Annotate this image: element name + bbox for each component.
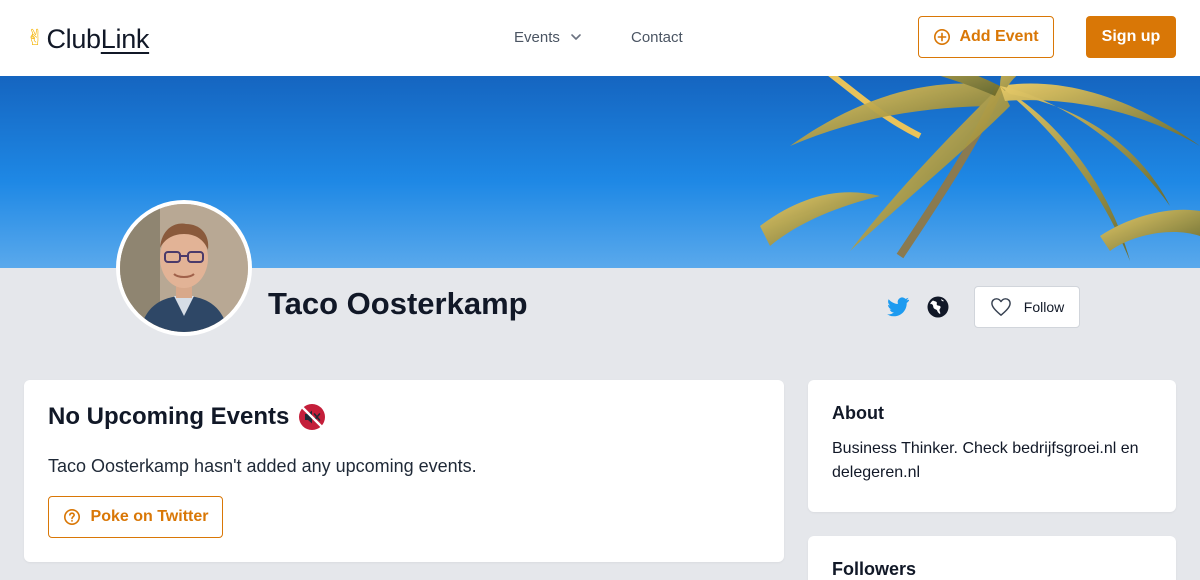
profile-avatar xyxy=(116,200,252,336)
question-circle-icon xyxy=(63,508,80,526)
nav-events-label: Events xyxy=(514,28,560,46)
events-title: No Upcoming Events xyxy=(48,402,327,432)
no-events-message: Taco Oosterkamp hasn't added any upcomin… xyxy=(48,456,477,476)
logo-suffix: Link xyxy=(100,23,150,54)
clublink-logo[interactable]: ✌ ClubLink xyxy=(26,22,149,56)
profile-name: Taco Oosterkamp xyxy=(268,286,528,321)
main-nav: Events Contact xyxy=(514,26,683,48)
twitter-icon[interactable] xyxy=(886,295,910,319)
victory-hand-icon: ✌ xyxy=(26,26,45,51)
followers-title: Followers xyxy=(832,559,917,579)
follow-label: Follow xyxy=(1023,299,1065,315)
plus-circle-icon xyxy=(934,28,951,46)
nav-events-dropdown[interactable]: Events xyxy=(514,29,582,46)
follow-button[interactable]: Follow xyxy=(974,286,1080,328)
add-event-button[interactable]: Add Event xyxy=(918,16,1054,58)
about-title: About xyxy=(832,403,884,423)
person-photo-icon xyxy=(120,204,248,332)
nav-contact-link[interactable]: Contact xyxy=(631,29,683,46)
about-text: Business Thinker. Check bedrijfsgroei.nl… xyxy=(832,440,1139,481)
top-header: ✌ ClubLink Events Contact Add Event Sign… xyxy=(0,0,1200,76)
poke-label: Poke on Twitter xyxy=(90,508,209,525)
logo-text: ClubLink xyxy=(46,24,149,55)
events-title-text: No Upcoming Events xyxy=(48,403,290,430)
heart-outline-icon xyxy=(990,298,1011,316)
add-event-label: Add Event xyxy=(959,28,1039,45)
logo-prefix: Club xyxy=(46,23,101,54)
muted-speaker-icon xyxy=(297,402,327,432)
poke-on-twitter-button[interactable]: Poke on Twitter xyxy=(48,496,223,538)
avatar-photo xyxy=(120,204,248,332)
globe-icon[interactable] xyxy=(926,295,950,319)
chevron-down-icon xyxy=(571,34,581,40)
sign-up-button[interactable]: Sign up xyxy=(1086,16,1176,58)
